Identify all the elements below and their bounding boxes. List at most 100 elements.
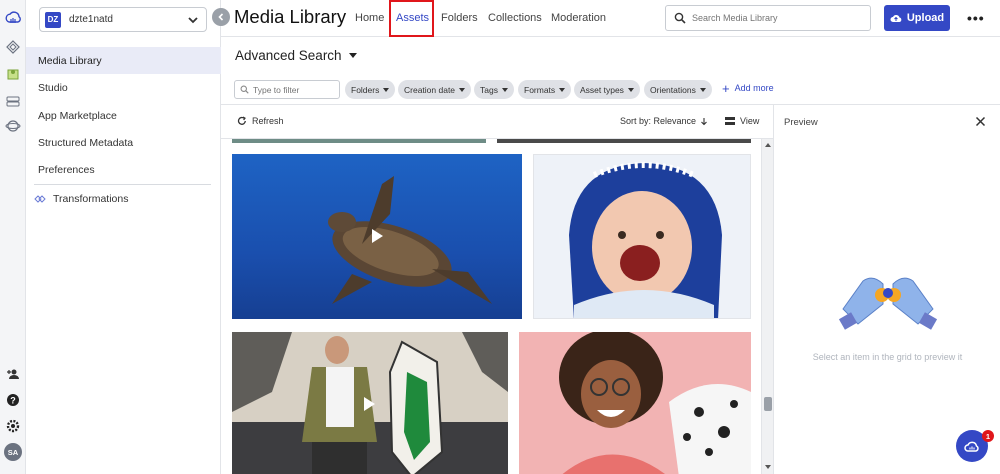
asset-thumbnail[interactable] — [232, 139, 486, 143]
advanced-search-title[interactable]: Advanced Search — [235, 48, 342, 63]
view-label: View — [740, 116, 760, 126]
caret-down-icon — [501, 87, 508, 92]
view-toggle[interactable]: View — [725, 116, 759, 126]
settings-gear-icon[interactable] — [5, 418, 21, 434]
caret-down-icon — [699, 87, 706, 92]
page-title: Media Library — [234, 6, 347, 27]
stack-icon[interactable] — [5, 93, 21, 109]
close-icon[interactable] — [975, 116, 986, 127]
caret-down-icon — [459, 87, 466, 92]
media-library-icon[interactable] — [5, 66, 21, 82]
chip-label: Tags — [480, 84, 498, 95]
sidebar-item-studio[interactable]: Studio — [26, 74, 221, 101]
search-box[interactable] — [665, 5, 871, 31]
filter-box[interactable] — [234, 80, 340, 99]
sort-label: Sort by: Relevance — [620, 116, 697, 126]
svg-text:?: ? — [10, 396, 16, 406]
filter-chip-formats[interactable]: Formats — [518, 80, 572, 99]
results-toolbar: Refresh Sort by: Relevance View — [221, 104, 773, 139]
asset-thumbnail-dancer-video[interactable] — [232, 332, 508, 474]
sidebar-item-label: Studio — [38, 81, 68, 94]
sidebar-item-label: Transformations — [53, 192, 129, 205]
asset-grid — [221, 139, 761, 474]
tab-folders[interactable]: Folders — [441, 12, 478, 24]
scrollbar-thumb[interactable] — [764, 397, 772, 411]
caret-down-icon — [559, 87, 566, 92]
cloud-name: dzte1natd — [69, 14, 113, 25]
filter-input[interactable] — [253, 84, 338, 95]
hands-illustration-icon — [838, 277, 938, 330]
tab-collections[interactable]: Collections — [488, 12, 542, 24]
caret-down-icon — [383, 87, 390, 92]
sidebar-item-media-library[interactable]: Media Library — [26, 47, 221, 74]
chip-label: Formats — [524, 84, 556, 95]
filter-chip-folders[interactable]: Folders — [345, 80, 396, 99]
upload-label: Upload — [906, 12, 945, 24]
play-icon — [372, 229, 383, 243]
sidebar-item-label: App Marketplace — [38, 109, 117, 122]
user-avatar[interactable]: SA — [4, 443, 22, 461]
search-icon — [674, 12, 686, 24]
asset-thumbnail-woman-dog[interactable] — [519, 332, 751, 474]
sidebar-item-structured-metadata[interactable]: Structured Metadata — [26, 129, 221, 156]
sidebar-item-transformations[interactable]: Transformations — [26, 185, 221, 212]
tab-home[interactable]: Home — [355, 12, 384, 24]
caret-down-icon — [627, 87, 634, 92]
caret-down-icon[interactable] — [348, 52, 358, 60]
list-view-icon — [725, 117, 735, 125]
diamond-icon[interactable] — [5, 39, 21, 55]
add-more-button[interactable]: + Add more — [722, 80, 774, 96]
sidebar-item-label: Media Library — [38, 54, 102, 67]
more-options-button[interactable]: ••• — [967, 10, 985, 26]
app-window: ? SA DZ dzte1natd Media Library Studio A… — [0, 0, 1000, 474]
sidebar: DZ dzte1natd Media Library Studio App Ma… — [26, 0, 230, 474]
asset-thumbnail[interactable] — [497, 139, 751, 143]
search-icon — [240, 85, 249, 94]
woman-with-dalmatian-image — [559, 332, 751, 474]
notification-badge: 1 — [982, 430, 994, 442]
filter-chip-tags[interactable]: Tags — [474, 80, 514, 99]
child-in-snow-image — [569, 162, 722, 318]
play-icon — [364, 397, 375, 411]
arrow-down-icon — [701, 117, 707, 125]
asset-thumbnail-turtle-video[interactable] — [232, 154, 522, 319]
scroll-down-icon[interactable] — [764, 464, 772, 470]
icon-rail: ? SA — [0, 0, 26, 474]
cloud-selector[interactable]: DZ dzte1natd — [39, 7, 207, 32]
preview-panel: Preview Select an item in the grid to pr… — [773, 104, 1000, 474]
filter-chip-orientations[interactable]: Orientations — [644, 80, 712, 99]
add-user-icon[interactable] — [5, 366, 21, 382]
transformations-icon — [34, 194, 46, 203]
help-icon[interactable]: ? — [5, 392, 21, 408]
chip-label: Creation date — [404, 84, 456, 95]
header: Media Library Home Assets Folders Collec… — [221, 0, 1000, 37]
cloud-chat-icon — [964, 441, 979, 452]
cloud-logo-icon[interactable] — [5, 10, 21, 26]
refresh-icon — [237, 116, 246, 125]
add-more-label: Add more — [734, 83, 774, 93]
asset-thumbnail-child-snow[interactable] — [533, 154, 751, 319]
user-initials: SA — [7, 447, 19, 457]
search-input[interactable] — [692, 13, 862, 23]
globe-icon[interactable] — [5, 118, 21, 134]
scroll-up-icon[interactable] — [764, 142, 772, 148]
sidebar-item-label: Preferences — [38, 163, 95, 176]
filter-chip-asset-types[interactable]: Asset types — [574, 80, 640, 99]
chip-label: Folders — [351, 84, 380, 95]
cloud-upload-icon — [890, 15, 902, 22]
chip-label: Orientations — [650, 84, 696, 95]
sidebar-item-preferences[interactable]: Preferences — [26, 156, 221, 183]
cloud-badge: DZ — [45, 11, 61, 28]
sidebar-item-label: Structured Metadata — [38, 136, 134, 149]
preview-title: Preview — [784, 117, 818, 128]
plus-icon: + — [722, 80, 730, 96]
grid-scrollbar[interactable] — [761, 139, 773, 474]
upload-button[interactable]: Upload — [884, 5, 950, 31]
tab-moderation[interactable]: Moderation — [551, 12, 606, 24]
chevron-down-icon — [188, 16, 198, 23]
sidebar-item-app-marketplace[interactable]: App Marketplace — [26, 102, 221, 129]
refresh-button[interactable]: Refresh — [237, 116, 284, 126]
filter-chip-creation-date[interactable]: Creation date — [398, 80, 472, 99]
sort-dropdown[interactable]: Sort by: Relevance — [620, 116, 708, 126]
chip-label: Asset types — [580, 84, 624, 95]
